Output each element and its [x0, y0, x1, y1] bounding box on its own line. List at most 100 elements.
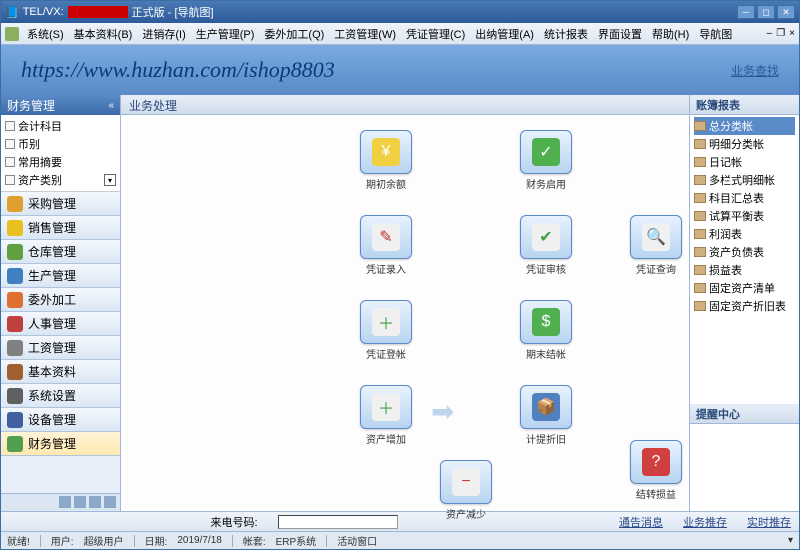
mdi-close[interactable]: ×	[789, 28, 795, 39]
module-pzsh[interactable]: ✔凭证审核	[516, 215, 576, 276]
menu-salary[interactable]: 工资管理(W)	[330, 24, 400, 44]
report-icon	[694, 247, 706, 257]
footer-icon[interactable]	[59, 496, 71, 508]
tree-node[interactable]: 币别	[5, 135, 116, 153]
nav-icon	[7, 292, 23, 308]
report-item[interactable]: 科目汇总表	[694, 189, 795, 207]
report-label: 总分类帐	[709, 118, 753, 134]
mdi-minimize[interactable]: –	[767, 28, 773, 39]
module-jzsy[interactable]: ?结转损益	[626, 440, 686, 501]
nav-item-工资管理[interactable]: 工资管理	[1, 336, 120, 360]
close-button[interactable]: ✕	[777, 5, 795, 19]
report-label: 固定资产清单	[709, 280, 775, 296]
menu-basic[interactable]: 基本资料(B)	[70, 24, 137, 44]
report-item[interactable]: 损益表	[694, 261, 795, 279]
user-icon	[5, 27, 19, 41]
nav-icon	[7, 196, 23, 212]
menu-outsourcing[interactable]: 委外加工(Q)	[260, 24, 328, 44]
nav-label: 工资管理	[28, 339, 76, 356]
module-icon: ＋	[372, 308, 400, 336]
report-item[interactable]: 利润表	[694, 225, 795, 243]
menu-inventory[interactable]: 进销存(I)	[138, 24, 189, 44]
nav-icon	[7, 268, 23, 284]
nav-label: 生产管理	[28, 267, 76, 284]
report-icon	[694, 175, 706, 185]
banner-link[interactable]: 业务查找	[731, 62, 779, 79]
nav-icon	[7, 436, 23, 452]
module-icon: $	[532, 308, 560, 336]
canvas-header: 业务处理	[121, 95, 689, 115]
notify-link[interactable]: 通告消息	[619, 514, 663, 530]
footer-icon[interactable]	[104, 496, 116, 508]
tree-node[interactable]: 常用摘要	[5, 153, 116, 171]
realtime-link[interactable]: 实时推存	[747, 514, 791, 530]
module-pzcx[interactable]: 🔍凭证查询	[626, 215, 686, 276]
report-item[interactable]: 固定资产折旧表	[694, 297, 795, 315]
menu-cashier[interactable]: 出纳管理(A)	[471, 24, 538, 44]
module-zczj[interactable]: ＋资产增加	[356, 385, 416, 446]
status-date: 2019/7/18	[177, 535, 222, 546]
report-item[interactable]: 试算平衡表	[694, 207, 795, 225]
report-item[interactable]: 资产负债表	[694, 243, 795, 261]
nav-item-委外加工[interactable]: 委外加工	[1, 288, 120, 312]
menu-voucher[interactable]: 凭证管理(C)	[402, 24, 469, 44]
sidebar-footer	[1, 493, 120, 511]
menu-reports[interactable]: 统计报表	[540, 24, 592, 44]
footer-icon[interactable]	[74, 496, 86, 508]
menu-system[interactable]: 系统(S)	[23, 24, 68, 44]
pending-link[interactable]: 业务推存	[683, 514, 727, 530]
module-pzdz[interactable]: ＋ 凭证登帐	[356, 300, 416, 361]
nav-item-采购管理[interactable]: 采购管理	[1, 192, 120, 216]
sidebar-collapse-icon[interactable]: «	[108, 100, 114, 111]
maximize-button[interactable]: ◻	[757, 5, 775, 19]
report-item[interactable]: 固定资产清单	[694, 279, 795, 297]
module-icon: 🔍	[642, 223, 670, 251]
nav-label: 仓库管理	[28, 243, 76, 260]
module-icon: ?	[642, 448, 670, 476]
tree-node[interactable]: 会计科目	[5, 117, 116, 135]
nav-label: 基本资料	[28, 363, 76, 380]
footer-icon[interactable]	[89, 496, 101, 508]
minimize-button[interactable]: ─	[737, 5, 755, 19]
module-pzlr[interactable]: ✎凭证录入	[356, 215, 416, 276]
nav-item-设备管理[interactable]: 设备管理	[1, 408, 120, 432]
banner-url: https://www.huzhan.com/ishop8803	[21, 57, 335, 83]
nav-item-财务管理[interactable]: 财务管理	[1, 432, 120, 456]
module-cwqy[interactable]: ✓财务启用	[516, 130, 576, 191]
status-ready: 就绪!	[7, 533, 30, 548]
report-item[interactable]: 明细分类帐	[694, 135, 795, 153]
report-item[interactable]: 日记帐	[694, 153, 795, 171]
nav-icon	[7, 244, 23, 260]
incoming-input[interactable]	[278, 515, 398, 529]
tree-node[interactable]: 资产类别▾	[5, 171, 116, 189]
module-icon: ¥	[372, 138, 400, 166]
report-item[interactable]: 多栏式明细帐	[694, 171, 795, 189]
nav-item-人事管理[interactable]: 人事管理	[1, 312, 120, 336]
menu-help[interactable]: 帮助(H)	[648, 24, 693, 44]
nav-label: 系统设置	[28, 387, 76, 404]
app-icon: 📘	[5, 6, 19, 19]
dropdown-icon[interactable]: ▾	[104, 174, 116, 186]
nav-label: 采购管理	[28, 195, 76, 212]
nav-item-仓库管理[interactable]: 仓库管理	[1, 240, 120, 264]
nav-item-生产管理[interactable]: 生产管理	[1, 264, 120, 288]
module-jtzj[interactable]: 📦计提折旧	[516, 385, 576, 446]
module-label: 凭证登帐	[356, 346, 416, 361]
report-icon	[694, 283, 706, 293]
nav-item-销售管理[interactable]: 销售管理	[1, 216, 120, 240]
menu-navmap[interactable]: 导航图	[695, 24, 736, 44]
nav-icon	[7, 340, 23, 356]
sidebar-tree: 会计科目 币别 常用摘要 资产类别▾	[1, 115, 120, 192]
nav-item-基本资料[interactable]: 基本资料	[1, 360, 120, 384]
module-qcye[interactable]: ¥期初余额	[356, 130, 416, 191]
report-item[interactable]: 总分类帐	[694, 117, 795, 135]
nav-item-系统设置[interactable]: 系统设置	[1, 384, 120, 408]
menu-ui[interactable]: 界面设置	[594, 24, 646, 44]
menu-production[interactable]: 生产管理(P)	[192, 24, 259, 44]
module-qmjz[interactable]: $期末结帐	[516, 300, 576, 361]
body: 财务管理 « 会计科目 币别 常用摘要 资产类别▾ 采购管理销售管理仓库管理生产…	[1, 95, 799, 511]
module-zcjs[interactable]: −资产减少	[436, 460, 496, 521]
nav-label: 设备管理	[28, 411, 76, 428]
mdi-restore[interactable]: ❐	[776, 28, 785, 39]
status-acct: ERP系统	[276, 533, 317, 548]
